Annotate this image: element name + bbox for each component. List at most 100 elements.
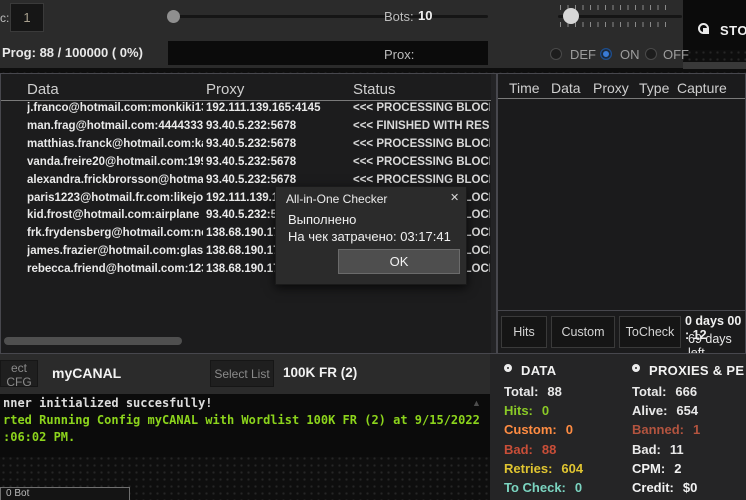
stat-row: Hits: 0: [504, 403, 549, 418]
stop-button[interactable]: STOP: [698, 20, 746, 46]
hits-header-separator: [498, 98, 745, 99]
bots-slider-handle[interactable]: [563, 8, 579, 24]
cell-proxy: 93.40.5.232:5678: [206, 156, 351, 168]
bottom-fragment-box: 0 Bot: [0, 487, 130, 500]
config-bar: ect CFG myCANAL Select List 100K FR (2): [0, 354, 490, 394]
prox-radio-on[interactable]: [600, 48, 612, 60]
stat-value: 2: [674, 461, 681, 476]
stat-label: Bad:: [632, 442, 661, 457]
stat-row: Banned:1: [632, 422, 700, 437]
stat-label: Credit:: [632, 480, 674, 495]
cell-status: <<< PROCESSING BLOCK: RE: [353, 174, 490, 186]
cell-proxy: 93.40.5.232:5678: [206, 138, 351, 150]
prox-radio-on-label[interactable]: ON: [620, 47, 640, 62]
vertical-scrollbar[interactable]: [491, 74, 496, 353]
progress-value: 88 / 100000 ( 0%): [40, 45, 143, 60]
hits-column-time[interactable]: Time: [509, 80, 540, 96]
dialog-ok-button[interactable]: OK: [338, 249, 460, 274]
progress-text: Prog: 88 / 100000 ( 0%): [2, 45, 143, 60]
table-row[interactable]: vanda.freire20@hotmail.com:1990d93.40.5.…: [1, 155, 496, 173]
stat-row: Total:88: [504, 384, 562, 399]
stat-row: Retries:604: [504, 461, 583, 476]
timer-remaining: 69 days left: [688, 332, 745, 354]
app-window: c: Prog: 88 / 100000 ( 0%) Bots: 10 Prox…: [0, 0, 746, 500]
stat-row: CPM:2: [632, 461, 681, 476]
stat-value: 0: [575, 480, 582, 495]
tab-custom[interactable]: Custom: [551, 316, 615, 348]
tab-hits[interactable]: Hits: [501, 316, 547, 348]
stop-button-label: STOP: [720, 23, 746, 38]
dialog-message-line1: Выполнено: [288, 212, 356, 227]
config-name: myCANAL: [52, 365, 121, 381]
cell-data: j.franco@hotmail.com:monkiki13: [27, 102, 203, 114]
progress-bar: [168, 41, 488, 65]
stat-value: 11: [670, 442, 684, 457]
stat-value: 654: [676, 403, 698, 418]
threads-input[interactable]: [10, 3, 44, 32]
dialog-close-icon[interactable]: ✕: [450, 191, 459, 204]
stat-label: To Check:: [504, 480, 566, 495]
prox-label: Prox:: [384, 47, 414, 62]
wordlist-name: 100K FR (2): [283, 365, 357, 380]
stop-icon-square: [703, 28, 709, 34]
horizontal-scrollbar-thumb[interactable]: [4, 337, 182, 345]
stat-row: Custom: 0: [504, 422, 573, 437]
stat-value: 0: [542, 403, 549, 418]
table-row[interactable]: man.frag@hotmail.com:444433393.40.5.232:…: [1, 119, 496, 137]
cell-status: <<< PROCESSING BLOCK: RE: [353, 102, 490, 114]
hits-bottom-separator: [498, 310, 745, 311]
stat-label: Retries:: [504, 461, 552, 476]
hits-column-type[interactable]: Type: [639, 80, 669, 96]
cell-proxy: 192.111.139.165:4145: [206, 102, 351, 114]
table-row[interactable]: matthias.franck@hotmail.com:kalajo93.40.…: [1, 137, 496, 155]
main-slider-track[interactable]: [168, 15, 488, 18]
stat-value: 666: [675, 384, 697, 399]
cell-data: rebecca.friend@hotmail.com:123reb: [27, 263, 203, 275]
cell-status: <<< PROCESSING BLOCK: RE: [353, 138, 490, 150]
proxies-stats: Total:666Alive:654Banned:1Bad:11CPM:2Cre…: [632, 384, 746, 500]
cell-data: matthias.franck@hotmail.com:kalajo: [27, 138, 203, 150]
log-scroll-up-icon[interactable]: ▲: [472, 398, 481, 408]
stat-row: To Check: 0: [504, 480, 582, 495]
cell-data: vanda.freire20@hotmail.com:1990d: [27, 156, 203, 168]
select-cfg-button[interactable]: ect CFG: [0, 360, 38, 387]
hits-column-data[interactable]: Data: [551, 80, 581, 96]
data-section-title: DATA: [521, 363, 556, 378]
top-right-strip: [683, 62, 746, 69]
cell-data: man.frag@hotmail.com:4444333: [27, 120, 203, 132]
stat-label: Bad:: [504, 442, 533, 457]
stat-row: Bad: 88: [504, 442, 556, 457]
hits-column-proxy[interactable]: Proxy: [593, 80, 629, 96]
tab-tocheck[interactable]: ToCheck: [619, 316, 681, 348]
progress-label: Prog:: [2, 45, 36, 60]
cell-status: <<< PROCESSING BLOCK: RE: [353, 156, 490, 168]
top-bar: c: Prog: 88 / 100000 ( 0%) Bots: 10 Prox…: [0, 0, 683, 68]
bots-slider-ticks-top: [560, 5, 672, 10]
stat-value: 0: [566, 422, 573, 437]
prox-radio-def[interactable]: [550, 48, 562, 60]
stat-value: 88: [547, 384, 561, 399]
stat-label: Banned:: [632, 422, 684, 437]
select-list-button[interactable]: Select List: [210, 360, 274, 387]
main-slider-handle[interactable]: [167, 10, 180, 23]
stat-label: Custom:: [504, 422, 557, 437]
column-header-data[interactable]: Data: [27, 81, 59, 98]
stat-row: Bad: 11: [632, 442, 684, 457]
hits-column-capture[interactable]: Capture: [677, 80, 727, 96]
table-row[interactable]: j.franco@hotmail.com:monkiki13192.111.13…: [1, 101, 496, 119]
column-header-status[interactable]: Status: [353, 81, 396, 98]
completion-dialog: All-in-One Checker ✕ Выполнено На чек за…: [275, 186, 467, 285]
prox-radio-off[interactable]: [645, 48, 657, 60]
cell-data: frk.frydensberg@hotmail.com:nolde: [27, 227, 203, 239]
cell-proxy: 93.40.5.232:5678: [206, 120, 351, 132]
bots-value: 10: [418, 8, 432, 23]
threads-label: c:: [0, 11, 9, 25]
stat-label: Hits:: [504, 403, 533, 418]
stat-value: 88: [542, 442, 556, 457]
column-header-proxy[interactable]: Proxy: [206, 81, 244, 98]
prox-radio-def-label[interactable]: DEF: [570, 47, 596, 62]
stat-label: Total:: [632, 384, 666, 399]
stat-row: Credit:$0: [632, 480, 697, 495]
hits-list-panel: Time Data Proxy Type Capture Hits Custom…: [497, 73, 746, 354]
log-line: :06:02 PM.: [3, 430, 75, 444]
